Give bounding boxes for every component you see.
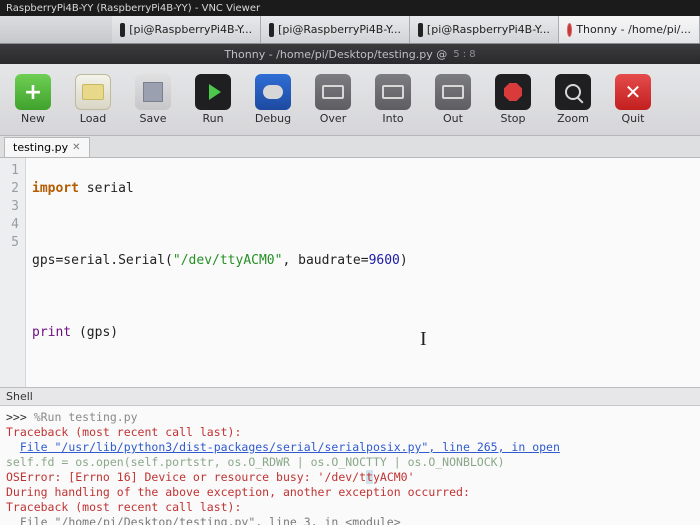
- shell-traceback: Traceback (most recent call last):: [6, 425, 694, 440]
- code-text: serial: [79, 181, 134, 196]
- taskbar-label: [pi@RaspberryPi4B-Y...: [129, 23, 252, 36]
- stop-label: Stop: [500, 112, 525, 125]
- shell-during: During handling of the above exception, …: [6, 485, 694, 500]
- taskbar: [pi@RaspberryPi4B-Y... [pi@RaspberryPi4B…: [0, 16, 700, 44]
- load-button[interactable]: Load: [70, 74, 116, 125]
- debug-icon: [255, 74, 291, 110]
- save-label: Save: [139, 112, 166, 125]
- step-into-button[interactable]: Into: [370, 74, 416, 125]
- quit-icon: ✕: [615, 74, 651, 110]
- shell-prompt: >>>: [6, 410, 34, 424]
- stop-button[interactable]: Stop: [490, 74, 536, 125]
- save-button[interactable]: Save: [130, 74, 176, 125]
- terminal-icon: [418, 23, 423, 37]
- shell-selection: t: [366, 470, 373, 484]
- cursor-position: 5 : 8: [453, 49, 475, 60]
- line-number: 2: [0, 180, 19, 198]
- taskbar-launcher-area[interactable]: [0, 16, 112, 43]
- taskbar-label: Thonny - /home/pi/...: [576, 23, 691, 36]
- editor-tab-testing[interactable]: testing.py ✕: [4, 137, 90, 157]
- thonny-title-text: Thonny - /home/pi/Desktop/testing.py @: [224, 48, 447, 61]
- load-label: Load: [80, 112, 106, 125]
- run-button[interactable]: Run: [190, 74, 236, 125]
- vnc-title-text: RaspberryPi4B-YY (RaspberryPi4B-YY) - VN…: [6, 3, 260, 14]
- code-text: ): [400, 253, 408, 268]
- save-icon: [135, 74, 171, 110]
- quit-label: Quit: [622, 112, 645, 125]
- debug-button[interactable]: Debug: [250, 74, 296, 125]
- step-out-button[interactable]: Out: [430, 74, 476, 125]
- code-keyword: import: [32, 181, 79, 196]
- load-icon: [75, 74, 111, 110]
- terminal-icon: [269, 23, 274, 37]
- shell-error: OSError: [Errno 16] Device or resource b…: [6, 470, 366, 484]
- code-content[interactable]: import serial gps=serial.Serial("/dev/tt…: [26, 158, 414, 387]
- taskbar-item-terminal-2[interactable]: [pi@RaspberryPi4B-Y...: [261, 16, 410, 43]
- line-number: 3: [0, 198, 19, 216]
- vnc-title-bar: RaspberryPi4B-YY (RaspberryPi4B-YY) - VN…: [0, 0, 700, 16]
- shell-output[interactable]: >>> %Run testing.py Traceback (most rece…: [0, 406, 700, 525]
- code-number: 9600: [369, 253, 400, 268]
- shell-file-link[interactable]: File "/usr/lib/python3/dist-packages/ser…: [20, 440, 560, 454]
- new-label: New: [21, 112, 45, 125]
- line-number: 1: [0, 162, 19, 180]
- shell-header-label: Shell: [6, 390, 33, 403]
- thonny-toolbar: + New Load Save Run Debug Over Into: [0, 64, 700, 136]
- line-number-gutter: 1 2 3 4 5: [0, 158, 26, 387]
- taskbar-item-thonny[interactable]: Thonny - /home/pi/...: [559, 16, 700, 43]
- text-caret: I: [420, 328, 421, 344]
- step-out-icon: [435, 74, 471, 110]
- debug-label: Debug: [255, 112, 291, 125]
- close-tab-icon[interactable]: ✕: [72, 142, 80, 153]
- taskbar-label: [pi@RaspberryPi4B-Y...: [427, 23, 550, 36]
- quit-button[interactable]: ✕ Quit: [610, 74, 656, 125]
- step-over-icon: [315, 74, 351, 110]
- code-text: (gps): [71, 325, 118, 340]
- out-label: Out: [443, 112, 463, 125]
- line-number: 5: [0, 234, 19, 252]
- taskbar-item-terminal-3[interactable]: [pi@RaspberryPi4B-Y...: [410, 16, 559, 43]
- code-editor[interactable]: 1 2 3 4 5 import serial gps=serial.Seria…: [0, 158, 700, 388]
- into-label: Into: [382, 112, 403, 125]
- taskbar-item-terminal-1[interactable]: [pi@RaspberryPi4B-Y...: [112, 16, 261, 43]
- stop-icon: [495, 74, 531, 110]
- shell-traceback: Traceback (most recent call last):: [6, 500, 694, 515]
- code-builtin: print: [32, 325, 71, 340]
- line-number: 4: [0, 216, 19, 234]
- step-into-icon: [375, 74, 411, 110]
- shell-code-line: self.fd = os.open(self.portstr, os.O_RDW…: [6, 455, 694, 470]
- zoom-label: Zoom: [557, 112, 589, 125]
- code-string: "/dev/ttyACM0": [173, 253, 283, 268]
- run-label: Run: [202, 112, 223, 125]
- zoom-button[interactable]: Zoom: [550, 74, 596, 125]
- run-icon: [195, 74, 231, 110]
- taskbar-label: [pi@RaspberryPi4B-Y...: [278, 23, 401, 36]
- thonny-icon: [567, 23, 572, 37]
- thonny-title-bar: Thonny - /home/pi/Desktop/testing.py @ 5…: [0, 44, 700, 64]
- zoom-icon: [555, 74, 591, 110]
- code-text: =serial.Serial(: [55, 253, 172, 268]
- terminal-icon: [120, 23, 125, 37]
- step-over-button[interactable]: Over: [310, 74, 356, 125]
- shell-file-link[interactable]: File "/home/pi/Desktop/testing.py", line…: [20, 515, 401, 525]
- editor-tab-label: testing.py: [13, 141, 68, 154]
- shell-header: Shell: [0, 388, 700, 406]
- editor-tabs: testing.py ✕: [0, 136, 700, 158]
- code-text: gps: [32, 253, 55, 268]
- new-icon: +: [15, 74, 51, 110]
- code-text: , baudrate=: [282, 253, 368, 268]
- shell-run-cmd: %Run testing.py: [34, 410, 138, 424]
- shell-error: yACM0': [373, 470, 415, 484]
- over-label: Over: [320, 112, 346, 125]
- new-button[interactable]: + New: [10, 74, 56, 125]
